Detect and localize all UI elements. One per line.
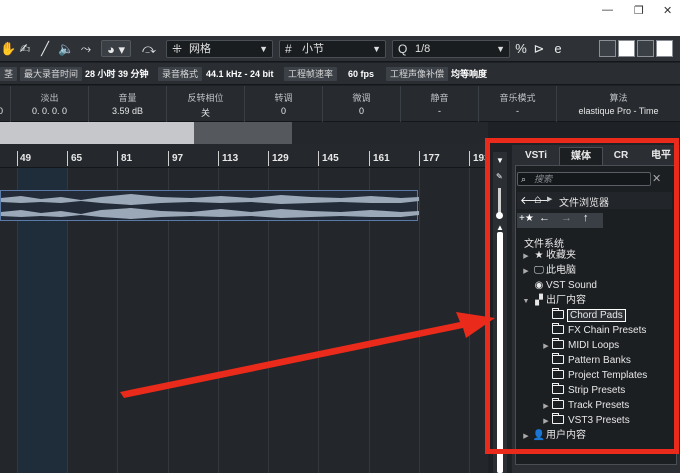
cubase-window: — ❐ ✕ ✋ ✍ ╱ 🔈 ⤳ ◕ ▾ ⤼ ⁜ 网格 ▼ # 小节 ▼ Q 1/… [0,0,680,473]
annotation-arrow [120,312,495,398]
